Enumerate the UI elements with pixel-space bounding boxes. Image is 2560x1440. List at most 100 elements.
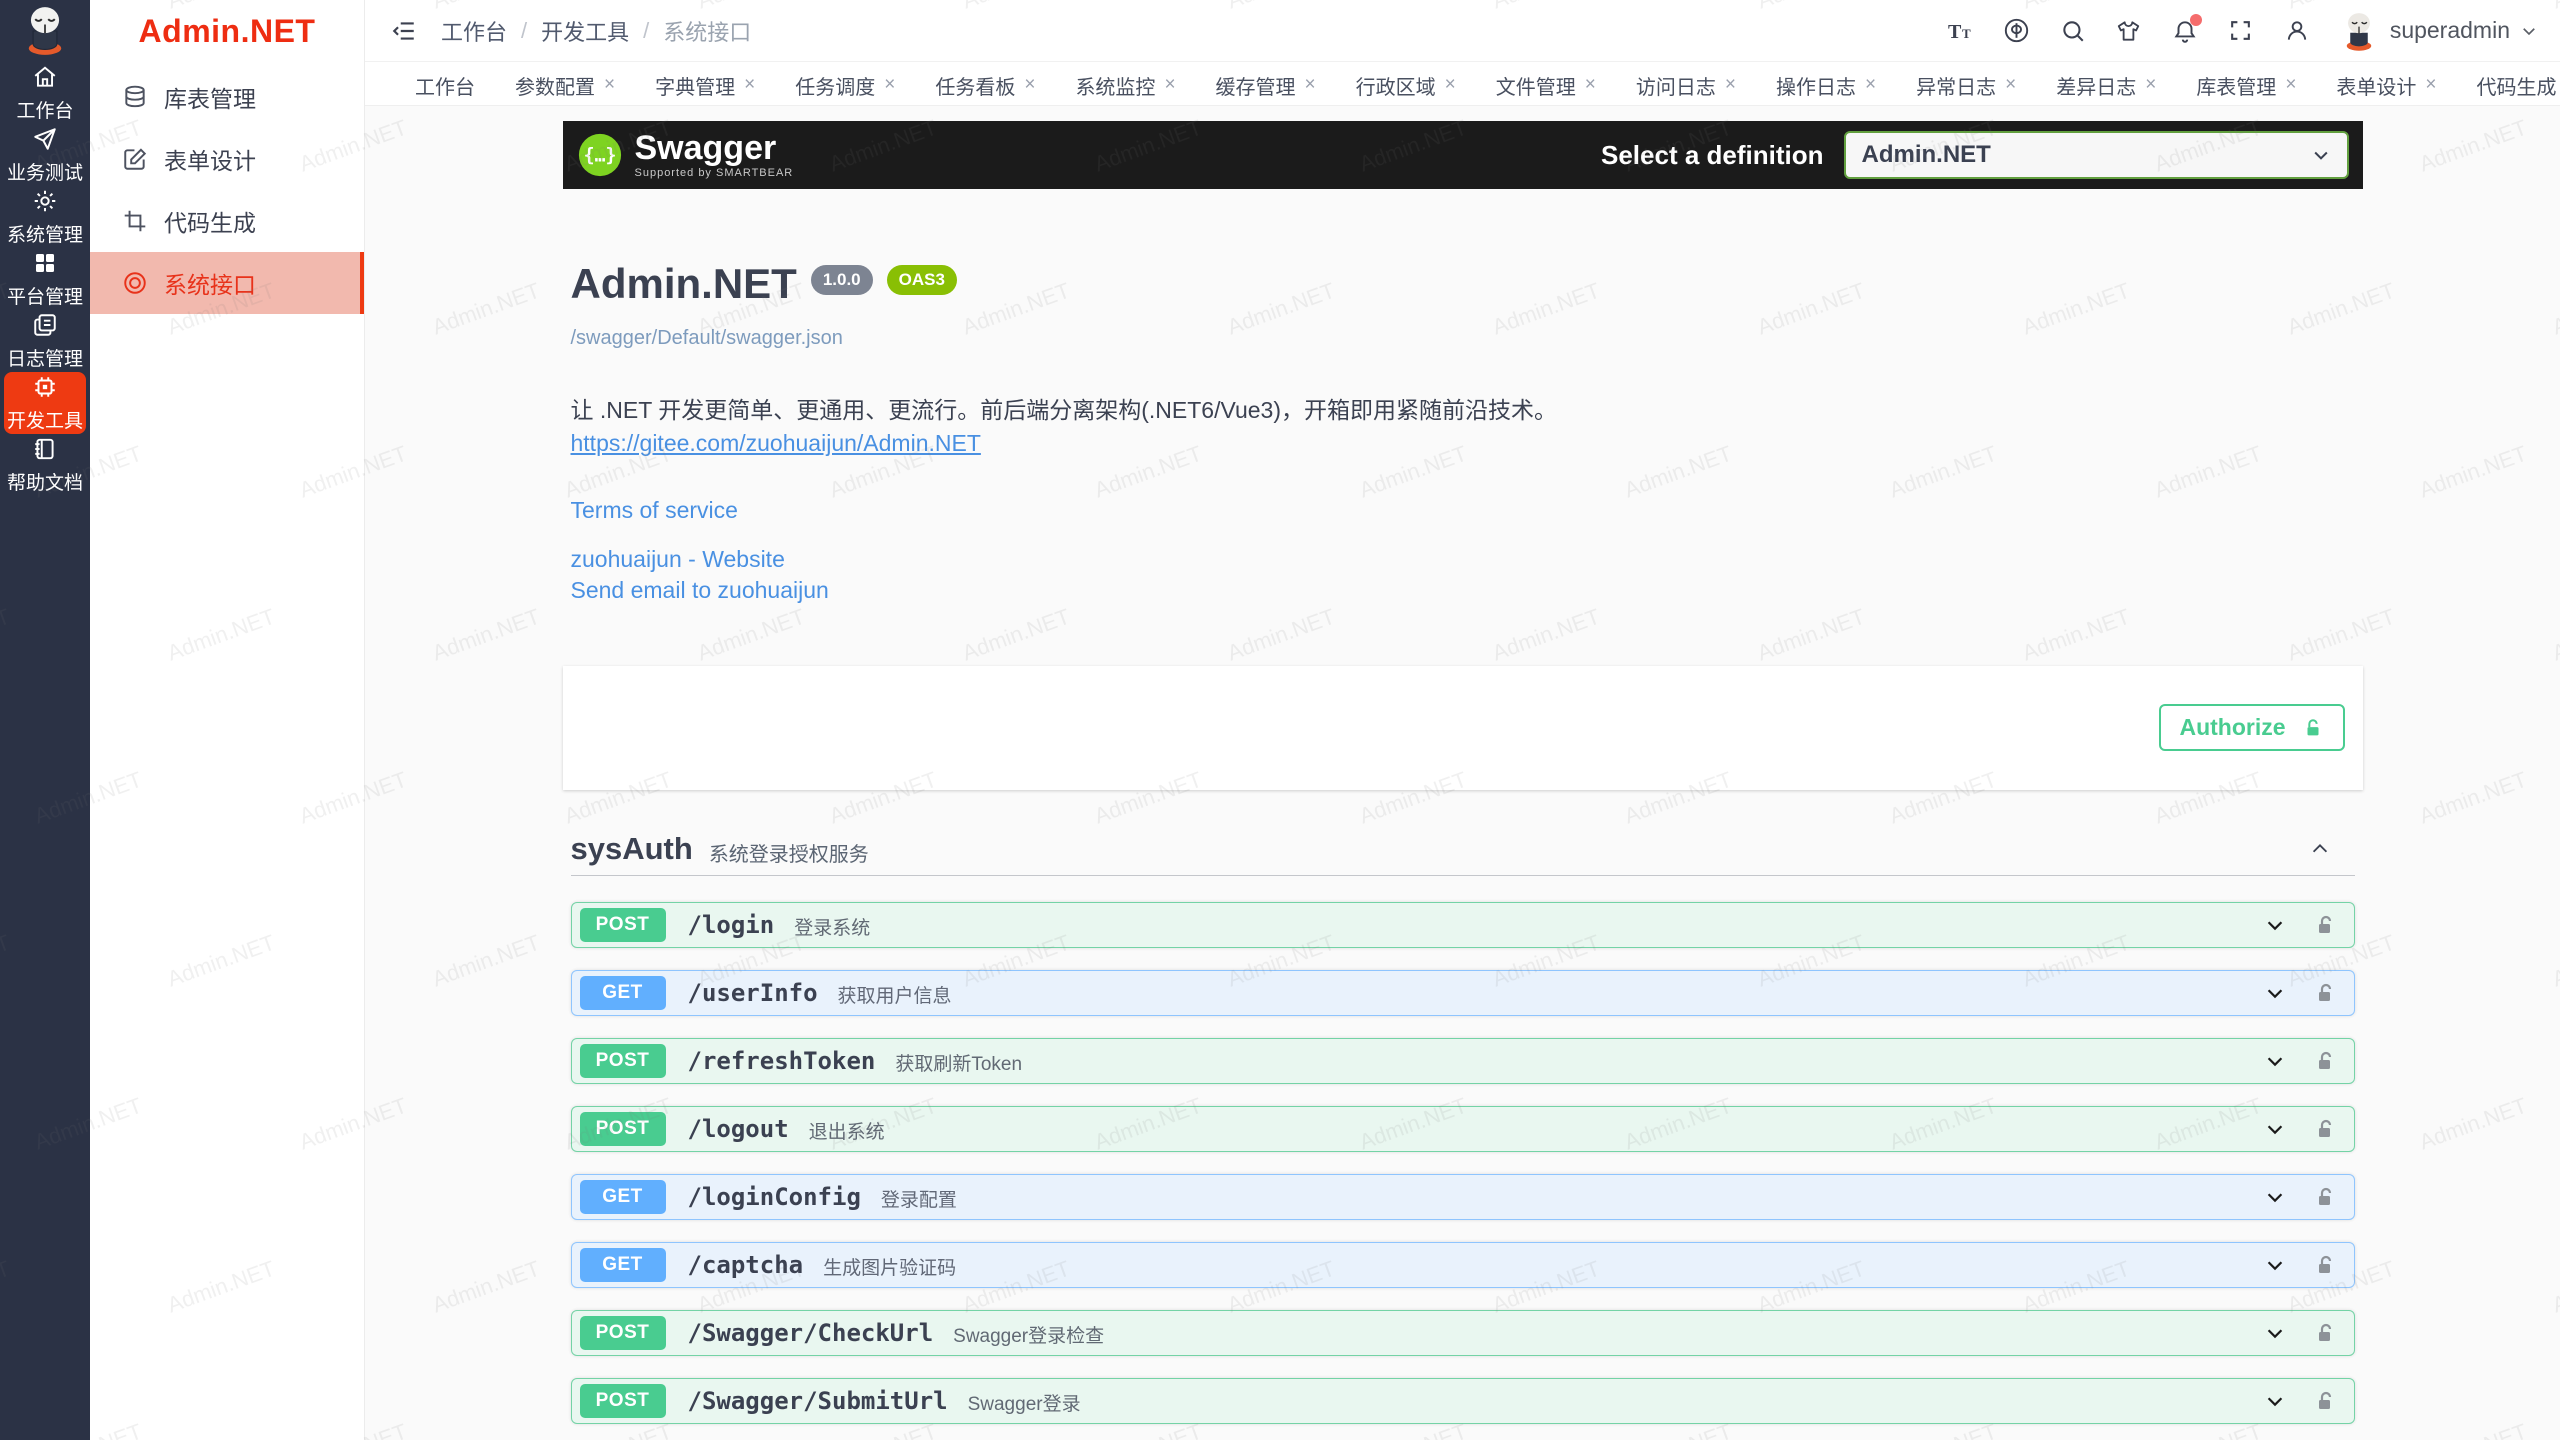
rail-item-platform-mgmt[interactable]: 平台管理 bbox=[4, 248, 86, 310]
chevron-down-icon[interactable] bbox=[2264, 1390, 2286, 1412]
left-rail: 工作台 业务测试 系统管理 平台管理 日志管理 开发工具 帮助文档 bbox=[0, 0, 90, 1440]
lock-open-icon[interactable] bbox=[2312, 981, 2336, 1005]
tab-操作日志[interactable]: 操作日志× bbox=[1756, 65, 1896, 105]
tab-close-icon[interactable]: × bbox=[1865, 74, 1876, 96]
tab-label: 任务看板 bbox=[935, 71, 1015, 100]
rail-item-workbench[interactable]: 工作台 bbox=[4, 62, 86, 124]
sidebar-item-system-api[interactable]: 系统接口 bbox=[90, 252, 364, 314]
tab-close-icon[interactable]: × bbox=[1024, 74, 1035, 96]
endpoint-row[interactable]: GET /loginConfig 登录配置 bbox=[571, 1174, 2355, 1220]
lock-open-icon[interactable] bbox=[2312, 1049, 2336, 1073]
home-icon bbox=[32, 64, 58, 90]
chevron-down-icon[interactable] bbox=[2264, 1186, 2286, 1208]
mascot-icon bbox=[19, 5, 71, 57]
http-method-badge: POST bbox=[580, 908, 666, 942]
tab-close-icon[interactable]: × bbox=[2425, 74, 2436, 96]
website-link[interactable]: zuohuaijun - Website bbox=[571, 546, 2355, 573]
tab-字典管理[interactable]: 字典管理× bbox=[635, 65, 775, 105]
tab-任务看板[interactable]: 任务看板 × bbox=[915, 65, 1055, 105]
email-link[interactable]: Send email to zuohuaijun bbox=[571, 577, 2355, 604]
repo-link[interactable]: https://gitee.com/zuohuaijun/Admin.NET bbox=[571, 430, 981, 456]
tab-差异日志[interactable]: 差异日志× bbox=[2036, 65, 2176, 105]
endpoint-row[interactable]: POST /refreshToken 获取刷新Token bbox=[571, 1038, 2355, 1084]
tab-close-icon[interactable]: × bbox=[1305, 74, 1316, 96]
user-profile-icon[interactable] bbox=[2282, 16, 2312, 46]
tab-close-icon[interactable]: × bbox=[1164, 74, 1175, 96]
tab-缓存管理[interactable]: 缓存管理× bbox=[1196, 65, 1336, 105]
lock-open-icon[interactable] bbox=[2312, 913, 2336, 937]
collapse-menu-icon[interactable] bbox=[389, 16, 419, 46]
chevron-down-icon[interactable] bbox=[2264, 1322, 2286, 1344]
endpoint-row[interactable]: POST /login 登录系统 bbox=[571, 902, 2355, 948]
header-actions: TT bbox=[1946, 10, 2538, 52]
tab-代码生成[interactable]: 代码生成× bbox=[2457, 65, 2560, 105]
api-spec-url[interactable]: /swagger/Default/swagger.json bbox=[571, 327, 2355, 350]
tab-bar: 工作台参数配置×字典管理×任务调度×任务看板×系统监控×缓存管理×行政区域×文件… bbox=[365, 62, 2560, 106]
fullscreen-icon[interactable] bbox=[2226, 16, 2256, 46]
top-header: 工作台 / 开发工具 / 系统接口 TT bbox=[365, 0, 2560, 62]
language-icon[interactable] bbox=[2002, 16, 2032, 46]
breadcrumb-item[interactable]: 开发工具 bbox=[541, 15, 629, 47]
page-content: {…} Swagger Supported by SMARTBEAR Selec… bbox=[365, 106, 2560, 1440]
lock-open-icon[interactable] bbox=[2312, 1253, 2336, 1277]
breadcrumb-item-current: 系统接口 bbox=[663, 15, 751, 47]
tab-文件管理[interactable]: 文件管理× bbox=[1476, 65, 1616, 105]
chevron-down-icon[interactable] bbox=[2264, 1254, 2286, 1276]
breadcrumb-item[interactable]: 工作台 bbox=[441, 15, 507, 47]
endpoint-path: /userInfo bbox=[688, 979, 818, 1007]
tab-库表管理[interactable]: 库表管理× bbox=[2176, 65, 2316, 105]
authorize-button[interactable]: Authorize bbox=[2159, 704, 2345, 751]
tab-访问日志[interactable]: 访问日志× bbox=[1616, 65, 1756, 105]
rail-item-system-mgmt[interactable]: 系统管理 bbox=[4, 186, 86, 248]
notebook-icon bbox=[32, 436, 58, 462]
endpoint-row[interactable]: POST /Swagger/CheckUrl Swagger登录检查 bbox=[571, 1310, 2355, 1356]
tab-label: 行政区域 bbox=[1356, 71, 1436, 100]
theme-shirt-icon[interactable] bbox=[2114, 16, 2144, 46]
tab-close-icon[interactable]: × bbox=[604, 74, 615, 96]
lock-open-icon[interactable] bbox=[2312, 1117, 2336, 1141]
sidebar-item-code-gen[interactable]: 代码生成 bbox=[90, 190, 364, 252]
sidebar-item-form-design[interactable]: 表单设计 bbox=[90, 128, 364, 190]
section-header[interactable]: sysAuth 系统登录授权服务 bbox=[571, 832, 2355, 876]
chevron-down-icon bbox=[2520, 22, 2538, 40]
definition-select[interactable]: Admin.NET bbox=[1844, 131, 2349, 179]
chevron-down-icon[interactable] bbox=[2264, 1050, 2286, 1072]
tab-close-icon[interactable]: × bbox=[1725, 74, 1736, 96]
rail-item-help-docs[interactable]: 帮助文档 bbox=[4, 434, 86, 496]
tab-close-icon[interactable]: × bbox=[1445, 74, 1456, 96]
rail-item-log-mgmt[interactable]: 日志管理 bbox=[4, 310, 86, 372]
lock-open-icon[interactable] bbox=[2312, 1185, 2336, 1209]
chevron-down-icon[interactable] bbox=[2264, 914, 2286, 936]
tab-异常日志[interactable]: 异常日志× bbox=[1896, 65, 2036, 105]
endpoint-summary: 获取刷新Token bbox=[895, 1049, 1022, 1076]
tab-close-icon[interactable]: × bbox=[2005, 74, 2016, 96]
endpoint-row[interactable]: GET /userInfo 获取用户信息 bbox=[571, 970, 2355, 1016]
chevron-down-icon[interactable] bbox=[2264, 982, 2286, 1004]
sidebar-item-db-table-mgmt[interactable]: 库表管理 bbox=[90, 66, 364, 128]
tab-行政区域[interactable]: 行政区域 × bbox=[1336, 65, 1476, 105]
tab-close-icon[interactable]: × bbox=[884, 74, 895, 96]
tab-系统监控[interactable]: 系统监控× bbox=[1055, 65, 1195, 105]
endpoint-row[interactable]: POST /logout 退出系统 bbox=[571, 1106, 2355, 1152]
tab-close-icon[interactable]: × bbox=[1585, 74, 1596, 96]
tab-工作台[interactable]: 工作台 bbox=[395, 65, 495, 105]
tab-close-icon[interactable]: × bbox=[2285, 74, 2296, 96]
tab-表单设计[interactable]: 表单设计× bbox=[2316, 65, 2456, 105]
terms-link[interactable]: Terms of service bbox=[571, 497, 2355, 524]
tab-close-icon[interactable]: × bbox=[2145, 74, 2156, 96]
tab-close-icon[interactable]: × bbox=[744, 74, 755, 96]
tab-任务调度[interactable]: 任务调度× bbox=[775, 65, 915, 105]
svg-text:T: T bbox=[1948, 21, 1962, 43]
endpoint-row[interactable]: POST /Swagger/SubmitUrl Swagger登录 bbox=[571, 1378, 2355, 1424]
font-size-icon[interactable]: TT bbox=[1946, 16, 1976, 46]
endpoint-row[interactable]: GET /captcha 生成图片验证码 bbox=[571, 1242, 2355, 1288]
rail-item-dev-tools[interactable]: 开发工具 bbox=[4, 372, 86, 434]
rail-item-business-test[interactable]: 业务测试 bbox=[4, 124, 86, 186]
search-icon[interactable] bbox=[2058, 16, 2088, 46]
tab-参数配置[interactable]: 参数配置× bbox=[495, 65, 635, 105]
user-menu[interactable]: superadmin bbox=[2338, 10, 2538, 52]
notification-bell-icon[interactable] bbox=[2170, 16, 2200, 46]
lock-open-icon[interactable] bbox=[2312, 1321, 2336, 1345]
chevron-down-icon[interactable] bbox=[2264, 1118, 2286, 1140]
lock-open-icon[interactable] bbox=[2312, 1389, 2336, 1413]
